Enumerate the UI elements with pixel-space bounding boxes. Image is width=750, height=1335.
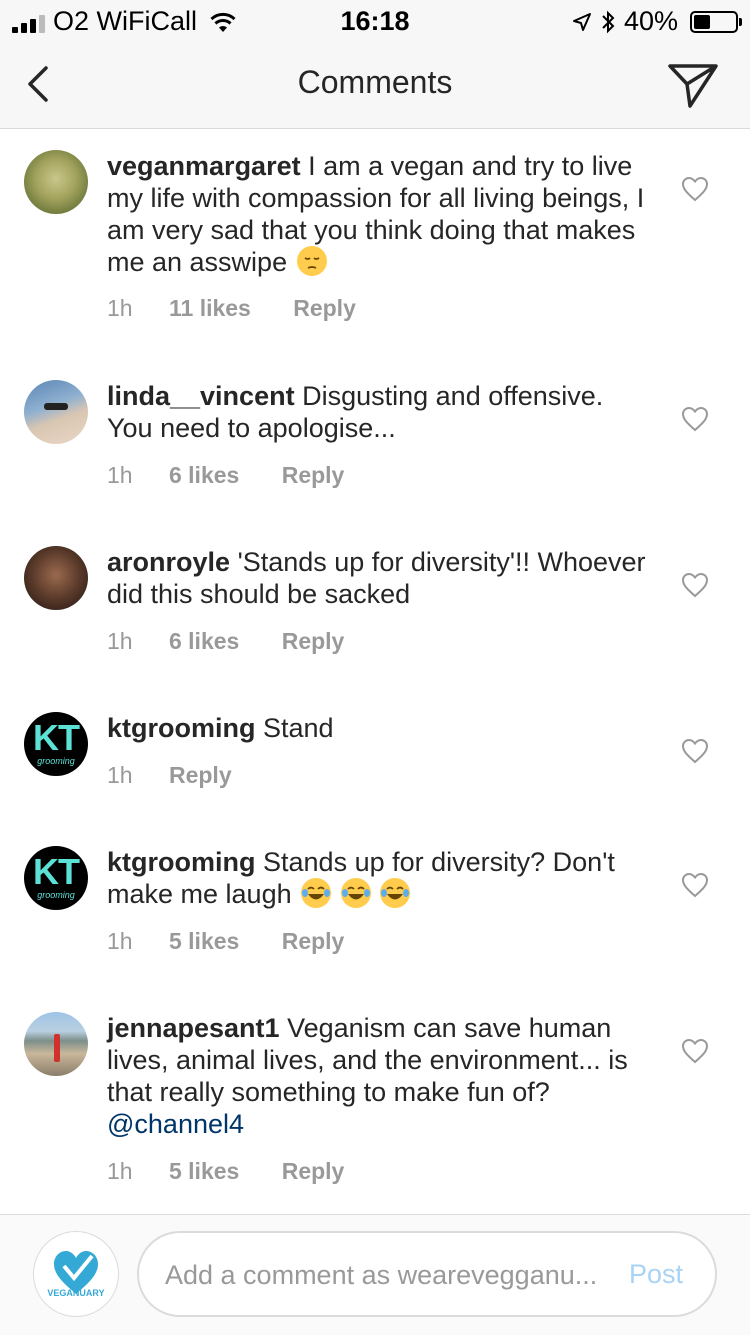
avatar[interactable]: KT grooming bbox=[24, 846, 88, 910]
comment-composer: VEGANUARY Post bbox=[0, 1214, 750, 1335]
avatar[interactable] bbox=[24, 1012, 88, 1076]
veganuary-heart-icon bbox=[54, 1251, 98, 1294]
heart-icon[interactable] bbox=[681, 1038, 709, 1064]
comment-time: 1h bbox=[107, 1158, 133, 1184]
mention-link[interactable]: @channel4 bbox=[107, 1109, 244, 1139]
comment-username[interactable]: jennapesant1 bbox=[107, 1013, 280, 1043]
comment-username[interactable]: linda__vincent bbox=[107, 381, 295, 411]
comment-meta: 1h 6 likes Reply bbox=[107, 628, 380, 655]
likes-count[interactable]: 5 likes bbox=[169, 928, 239, 954]
reply-button[interactable]: Reply bbox=[282, 628, 345, 654]
kt-logo-text: KT bbox=[33, 717, 80, 758]
comment-username[interactable]: ktgrooming bbox=[107, 713, 256, 743]
comment-input-wrapper: Post bbox=[137, 1231, 717, 1317]
reply-button[interactable]: Reply bbox=[282, 462, 345, 488]
reply-button[interactable]: Reply bbox=[282, 1158, 345, 1184]
veganuary-logo-text: VEGANUARY bbox=[47, 1288, 105, 1298]
comment-time: 1h bbox=[107, 295, 133, 321]
avatar[interactable]: KT grooming bbox=[24, 712, 88, 776]
heart-icon[interactable] bbox=[681, 176, 709, 202]
likes-count[interactable]: 5 likes bbox=[169, 1158, 239, 1184]
avatar[interactable] bbox=[24, 150, 88, 214]
nav-bar: Comments bbox=[0, 40, 750, 129]
reply-button[interactable]: Reply bbox=[169, 762, 232, 788]
comment-time: 1h bbox=[107, 928, 133, 954]
location-arrow-icon bbox=[572, 12, 591, 31]
avatar[interactable] bbox=[24, 546, 88, 610]
avatar[interactable] bbox=[24, 380, 88, 444]
direct-send-icon[interactable] bbox=[666, 60, 720, 110]
kt-logo-text: KT bbox=[33, 851, 80, 892]
tears-of-joy-icon bbox=[380, 878, 411, 908]
comment-time: 1h bbox=[107, 628, 133, 654]
likes-count[interactable]: 6 likes bbox=[169, 462, 239, 488]
comment-meta: 1h 6 likes Reply bbox=[107, 462, 380, 489]
comment-meta: 1h 5 likes Reply bbox=[107, 928, 380, 955]
reply-button[interactable]: Reply bbox=[282, 928, 345, 954]
status-bar: O2 WiFiCall 16:18 40% bbox=[0, 0, 750, 40]
avatar: VEGANUARY bbox=[33, 1231, 119, 1317]
heart-icon[interactable] bbox=[681, 872, 709, 898]
tears-of-joy-icon bbox=[340, 878, 371, 908]
page-title: Comments bbox=[297, 64, 453, 100]
pensive-face-icon bbox=[296, 246, 327, 276]
comment-time: 1h bbox=[107, 462, 133, 488]
comment-username[interactable]: veganmargaret bbox=[107, 151, 301, 181]
comment-meta: 1h 5 likes Reply bbox=[107, 1158, 380, 1185]
comment-input[interactable] bbox=[163, 1251, 607, 1299]
reply-button[interactable]: Reply bbox=[293, 295, 356, 321]
battery-percent: 40% bbox=[623, 6, 678, 36]
kt-logo-subtext: grooming bbox=[37, 890, 75, 900]
likes-count[interactable]: 11 likes bbox=[169, 295, 251, 321]
likes-count[interactable]: 6 likes bbox=[169, 628, 239, 654]
comment-meta: 1h 11 likes Reply bbox=[107, 295, 392, 322]
battery-icon bbox=[690, 10, 742, 33]
bluetooth-icon bbox=[602, 10, 615, 33]
comment-text: Stand bbox=[263, 713, 334, 743]
post-button[interactable]: Post bbox=[629, 1259, 683, 1290]
comment-meta: 1h Reply bbox=[107, 762, 268, 789]
comment-time: 1h bbox=[107, 762, 133, 788]
heart-icon[interactable] bbox=[681, 572, 709, 598]
comment-username[interactable]: ktgrooming bbox=[107, 847, 256, 877]
comment-username[interactable]: aronroyle bbox=[107, 547, 230, 577]
tears-of-joy-icon bbox=[301, 878, 332, 908]
kt-logo-subtext: grooming bbox=[37, 756, 75, 766]
heart-icon[interactable] bbox=[681, 738, 709, 764]
heart-icon[interactable] bbox=[681, 406, 709, 432]
